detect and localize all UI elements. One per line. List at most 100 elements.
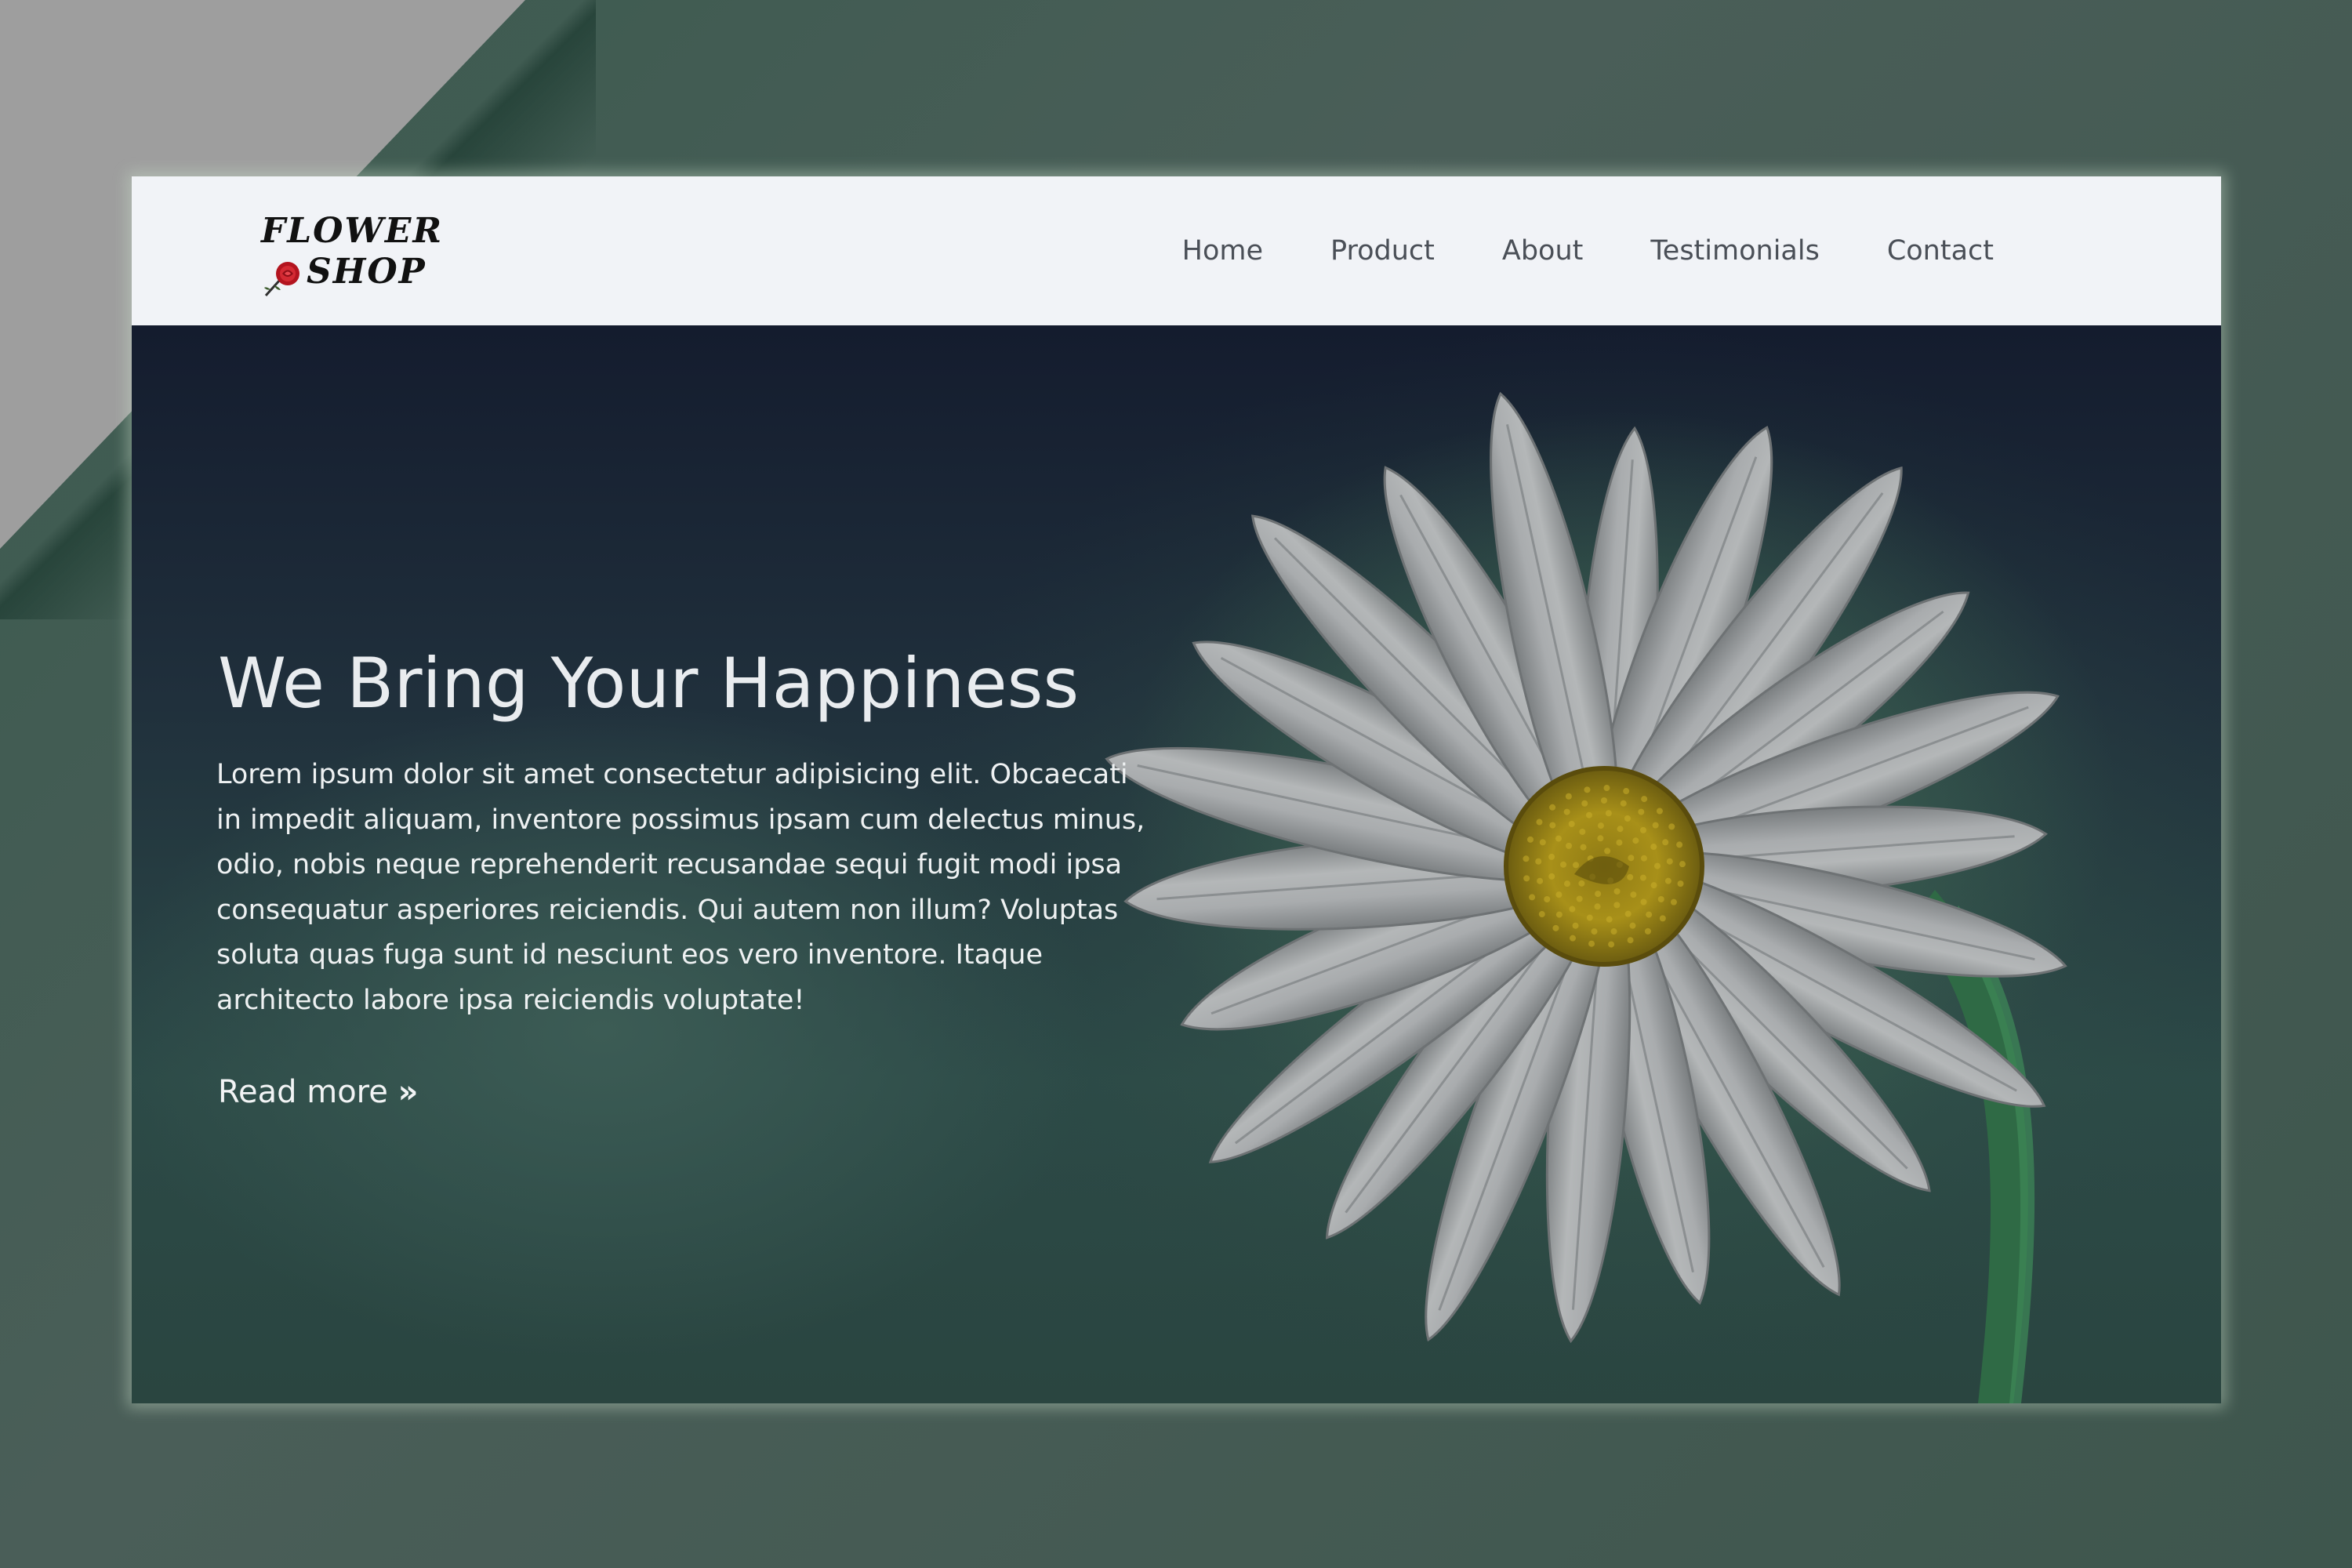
daisy-seed: [1670, 898, 1677, 906]
daisy-seed: [1585, 811, 1592, 818]
daisy-seed: [1588, 940, 1595, 947]
daisy-seed: [1677, 880, 1684, 887]
nav-testimonials[interactable]: Testimonials: [1650, 235, 1819, 267]
daisy-seed: [1639, 826, 1646, 833]
daisy-seed: [1617, 826, 1624, 833]
daisy-seed: [1535, 858, 1542, 865]
daisy-seed: [1549, 804, 1556, 811]
daisy-seed: [1568, 820, 1575, 827]
rose-icon: [264, 262, 299, 297]
daisy-seed: [1572, 922, 1579, 929]
logo[interactable]: FLOWER SHOP: [261, 211, 444, 297]
daisy-seed: [1604, 848, 1611, 855]
daisy-seed: [1638, 808, 1645, 815]
daisy-seed: [1676, 841, 1683, 848]
daisy-seed: [1570, 935, 1577, 942]
daisy-seed: [1613, 902, 1621, 909]
daisy-seed: [1529, 894, 1536, 901]
daisy-seed: [1624, 910, 1632, 917]
daisy-seed: [1639, 874, 1646, 881]
daisy-seed: [1597, 835, 1604, 842]
daisy-seed: [1576, 895, 1583, 902]
daisy-seed: [1539, 839, 1546, 846]
daisy-seed: [1628, 855, 1635, 862]
logo-line-1: FLOWER: [261, 211, 444, 251]
daisy-seed: [1662, 839, 1669, 846]
navbar: FLOWER SHOP Home Product About Testimoni…: [132, 176, 2221, 325]
daisy-seed: [1623, 788, 1630, 795]
daisy-seed: [1666, 858, 1673, 865]
daisy-seed: [1652, 822, 1659, 829]
daisy-seed: [1580, 844, 1587, 851]
daisy-seed: [1641, 796, 1648, 803]
daisy-seed: [1555, 911, 1563, 918]
daisy-seed: [1605, 810, 1612, 817]
daisy-seed: [1659, 915, 1666, 922]
daisy-seed: [1653, 862, 1661, 869]
daisy-seed: [1591, 928, 1598, 935]
daisy-seed: [1656, 808, 1663, 815]
daisy-seed: [1627, 873, 1634, 880]
daisy-seed: [1586, 914, 1593, 921]
daisy-seed: [1606, 916, 1613, 923]
nav-about[interactable]: About: [1502, 235, 1583, 267]
hero-title: We Bring Your Happiness: [218, 643, 1080, 724]
read-more-link[interactable]: Read more »: [218, 1074, 418, 1110]
daisy-seed: [1608, 941, 1615, 948]
daisy-seed: [1536, 818, 1543, 826]
daisy-seed: [1597, 822, 1604, 829]
daisy-seed: [1679, 861, 1686, 868]
logo-line-2: SHOP: [307, 252, 426, 292]
daisy-seed: [1537, 877, 1544, 884]
daisy-seed: [1523, 875, 1530, 882]
daisy-seed: [1549, 822, 1556, 829]
daisy-seed: [1548, 853, 1555, 860]
daisy-seed: [1548, 873, 1555, 880]
daisy-seed: [1610, 928, 1617, 935]
hero-description: Lorem ipsum dolor sit amet consectetur a…: [216, 759, 1145, 1016]
nav-menu: Home Product About Testimonials Contact: [1115, 176, 1994, 325]
daisy-seed: [1627, 937, 1634, 944]
daisy-seed: [1657, 895, 1664, 902]
daisy-seed: [1600, 797, 1607, 804]
daisy-seed: [1640, 855, 1647, 862]
daisy-seed: [1579, 828, 1586, 835]
daisy-seed: [1573, 862, 1580, 869]
daisy-seed: [1603, 785, 1610, 792]
daisy-seed: [1594, 903, 1601, 910]
daisy-seed: [1563, 808, 1570, 815]
daisy-seed: [1613, 887, 1621, 895]
daisy-seed: [1569, 906, 1576, 913]
daisy-seed: [1527, 836, 1534, 843]
daisy-seed: [1581, 800, 1588, 807]
daisy-seed: [1644, 927, 1651, 935]
daisy-seed: [1555, 835, 1562, 842]
read-more-label: Read more: [218, 1074, 388, 1110]
daisy-seed: [1538, 911, 1545, 918]
nav-home[interactable]: Home: [1182, 235, 1263, 267]
daisy-seed: [1595, 891, 1602, 898]
daisy-seed: [1566, 842, 1573, 849]
daisy-seed: [1630, 891, 1637, 898]
hero-section: We Bring Your Happiness Lorem ipsum dolo…: [132, 325, 2221, 1403]
daisy-seed: [1563, 880, 1570, 887]
daisy-seed: [1565, 793, 1572, 800]
website-mockup: FLOWER SHOP Home Product About Testimoni…: [132, 176, 2221, 1403]
daisy-seed: [1523, 855, 1530, 862]
daisy-seed: [1560, 861, 1567, 868]
daisy-seed: [1646, 911, 1653, 918]
daisy-seed: [1555, 891, 1563, 898]
daisy-seed: [1578, 880, 1585, 887]
nav-product[interactable]: Product: [1330, 235, 1435, 267]
daisy-seed: [1668, 823, 1675, 830]
daisy-seed: [1620, 800, 1627, 807]
nav-contact[interactable]: Contact: [1887, 235, 1994, 267]
double-chevron-right-icon: »: [397, 1074, 419, 1110]
daisy-seed: [1664, 877, 1671, 884]
daisy-seed: [1632, 837, 1639, 844]
daisy-seed: [1552, 924, 1559, 931]
daisy-seed: [1624, 815, 1631, 822]
daisy-seed: [1584, 786, 1591, 793]
daisy-seed: [1616, 839, 1623, 846]
daisy-seed: [1629, 922, 1636, 929]
